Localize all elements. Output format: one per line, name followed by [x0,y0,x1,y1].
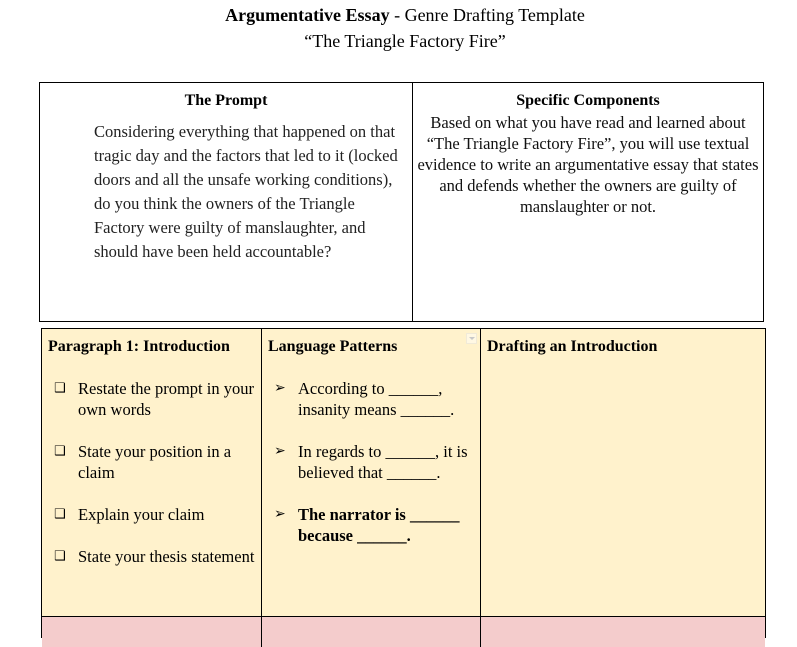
next-row-cell-2[interactable] [262,617,481,647]
checklist-item-text: State your thesis statement [78,547,255,566]
paragraph1-cell[interactable]: Paragraph 1: Introduction ❑ Restate the … [42,329,262,616]
language-patterns-cell[interactable]: Language Patterns ➢ According to ______,… [262,329,481,616]
drafting-introduction-heading: Drafting an Introduction [487,338,658,355]
checklist-item-text: State your position in a claim [78,442,232,482]
prompt-body: Considering everything that happened on … [94,122,398,261]
drafting-table: Paragraph 1: Introduction ❑ Restate the … [41,328,766,647]
document-title-bold: Argumentative Essay [225,5,390,25]
next-row-cell-3[interactable] [481,617,765,647]
prompt-cell[interactable]: The Prompt Considering everything that h… [40,83,413,321]
pattern-item: ➢ In regards to ______, it is believed t… [262,441,480,483]
arrow-right-icon: ➢ [274,506,286,522]
checklist-item-text: Restate the prompt in your own words [78,379,254,419]
drafting-introduction-cell[interactable]: Drafting an Introduction [481,329,765,616]
arrow-right-icon: ➢ [274,443,286,459]
checklist-item: ❑ Restate the prompt in your own words [42,378,261,420]
components-heading: Specific Components [516,92,660,109]
pattern-item-text: In regards to ______, it is believed tha… [298,442,468,482]
checklist-item: ❑ Explain your claim [42,504,261,525]
next-row [42,617,765,647]
components-cell[interactable]: Specific Components Based on what you ha… [413,83,763,321]
prompt-heading: The Prompt [184,92,268,109]
paragraph1-checklist: ❑ Restate the prompt in your own words ❑… [42,378,261,567]
introduction-row: Paragraph 1: Introduction ❑ Restate the … [42,329,765,617]
document-subtitle: “The Triangle Factory Fire” [304,31,506,51]
pattern-item: ➢ The narrator is ______ because ______. [262,504,480,546]
pattern-item-text: The narrator is ______ because ______. [298,505,460,545]
components-body: Based on what you have read and learned … [417,113,759,216]
language-patterns-list: ➢ According to ______, insanity means __… [262,378,480,546]
pattern-item: ➢ According to ______, insanity means __… [262,378,480,420]
document-title-rest: - Genre Drafting Template [389,5,585,25]
checkbox-icon: ❑ [54,549,66,564]
pattern-item-text: According to ______, insanity means ____… [298,379,455,419]
prompt-table: The Prompt Considering everything that h… [39,82,764,322]
checkbox-icon: ❑ [54,381,66,396]
language-patterns-heading: Language Patterns [268,338,398,355]
checkbox-icon: ❑ [54,444,66,459]
paragraph1-heading: Paragraph 1: Introduction [48,338,230,355]
checklist-item: ❑ State your thesis statement [42,546,261,567]
next-row-cell-1[interactable] [42,617,262,647]
dropdown-arrow-icon[interactable] [466,333,477,344]
checklist-item-text: Explain your claim [78,505,205,524]
checkbox-icon: ❑ [54,507,66,522]
checklist-item: ❑ State your position in a claim [42,441,261,483]
arrow-right-icon: ➢ [274,380,286,396]
document-title: Argumentative Essay - Genre Drafting Tem… [0,4,797,26]
